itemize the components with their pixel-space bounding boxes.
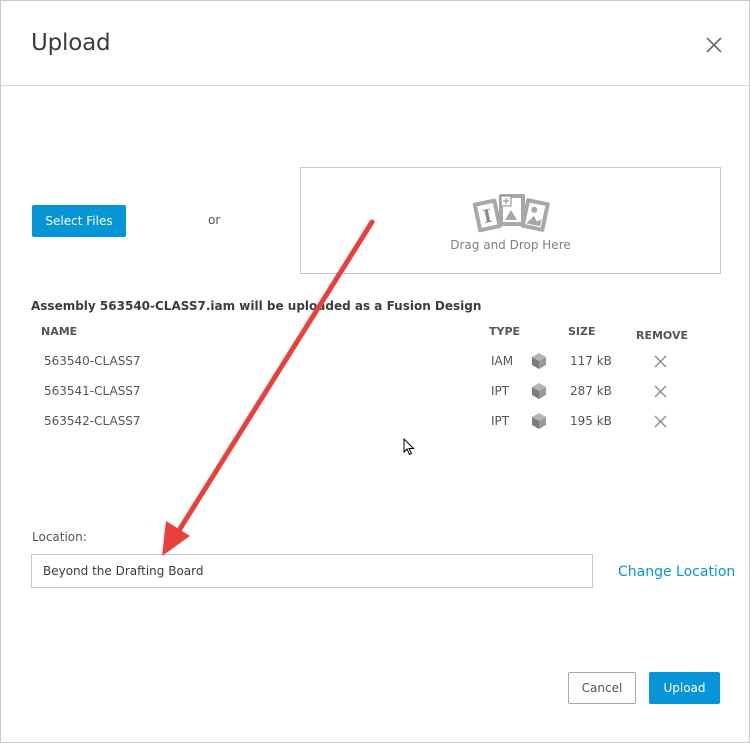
or-label: or [208, 213, 221, 227]
file-type: IPT [491, 384, 510, 398]
file-row: 563541-CLASS7 IPT 287 kB [1, 377, 750, 407]
file-name: 563542-CLASS7 [44, 414, 141, 428]
cube-icon [532, 353, 546, 369]
column-header-type: TYPE [489, 325, 521, 338]
file-size: 195 kB [570, 414, 612, 428]
cube-icon [532, 413, 546, 429]
remove-icon[interactable] [654, 415, 667, 428]
file-size: 287 kB [570, 384, 612, 398]
assembly-message: Assembly 563540-CLASS7.iam will be uploa… [31, 299, 482, 313]
file-type: IPT [491, 414, 510, 428]
file-type: IAM [491, 354, 514, 368]
drop-zone[interactable]: I Drag and Drop Here [300, 167, 721, 274]
cube-icon [532, 383, 546, 399]
dialog-header: Upload [1, 1, 749, 86]
column-header-size: SIZE [568, 325, 596, 338]
file-row: 563542-CLASS7 IPT 195 kB [1, 407, 750, 437]
column-header-remove: REMOVE [636, 329, 689, 342]
location-field[interactable]: Beyond the Drafting Board [31, 554, 593, 588]
change-location-link[interactable]: Change Location [618, 564, 735, 580]
upload-button[interactable]: Upload [649, 672, 720, 704]
select-files-button[interactable]: Select Files [32, 205, 126, 237]
close-icon[interactable] [705, 36, 723, 54]
file-row: 563540-CLASS7 IAM 117 kB [1, 347, 750, 377]
remove-icon[interactable] [654, 355, 667, 368]
files-drop-icon: I [472, 194, 550, 233]
file-name: 563541-CLASS7 [44, 384, 141, 398]
file-size: 117 kB [570, 354, 612, 368]
drop-zone-label: Drag and Drop Here [450, 238, 571, 252]
remove-icon[interactable] [654, 385, 667, 398]
mouse-cursor-icon [403, 438, 415, 456]
location-label: Location: [32, 530, 87, 544]
file-name: 563540-CLASS7 [44, 354, 141, 368]
dialog-title: Upload [31, 30, 111, 56]
upload-dialog: Upload Select Files or I Drag and Drop H… [0, 0, 750, 743]
column-header-name: NAME [41, 325, 78, 338]
cancel-button[interactable]: Cancel [568, 672, 636, 704]
